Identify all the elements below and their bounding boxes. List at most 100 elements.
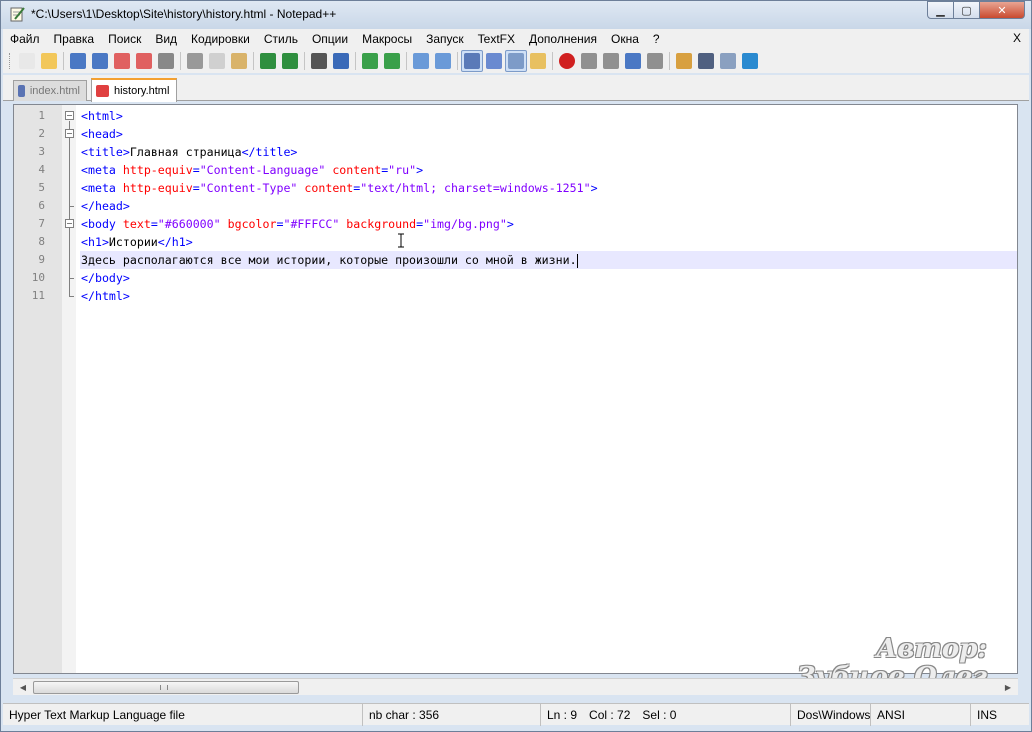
toolbar-separator [63,52,64,70]
code-line[interactable]: </body> [80,269,1017,287]
document-map-button[interactable] [717,50,739,72]
menu-item-8[interactable]: Запуск [419,32,471,46]
status-bar: Hyper Text Markup Language file nb char … [3,703,1029,726]
text-token: Истории [108,235,158,249]
html-tag-token: </body> [81,271,130,285]
tab-history-html[interactable]: history.html [91,78,177,102]
value-token: "text/html; charset=windows-1251" [360,181,591,195]
window-title: *C:\Users\1\Desktop\Site\history\history… [31,7,337,21]
run-macro-multiple-icon [625,53,641,69]
save-button[interactable] [67,50,89,72]
spellcheck-button[interactable] [739,50,761,72]
scroll-right-arrow-icon[interactable]: ▶ [1000,680,1016,695]
menu-item-3[interactable]: Вид [148,32,184,46]
code-line[interactable]: <meta http-equiv="Content-Type" content=… [80,179,1017,197]
scrollbar-thumb[interactable] [33,681,299,694]
record-macro-button[interactable] [556,50,578,72]
code-line[interactable]: <meta http-equiv="Content-Language" cont… [80,161,1017,179]
code-editor[interactable]: 1 2 3 4 5 6 7 8 9 10 11 <html> <head> <title>Главная… [13,104,1018,674]
toolbar-separator [669,52,670,70]
menu-item-10[interactable]: Дополнения [522,32,604,46]
html-tag-token: <meta [81,163,123,177]
undo-button[interactable] [257,50,279,72]
status-encoding: ANSI [871,703,971,726]
horizontal-scrollbar[interactable]: ◀ ▶ [13,678,1018,695]
notepad-app-icon [10,7,25,22]
maximize-button[interactable]: ▢ [954,1,980,19]
close-file-button[interactable] [111,50,133,72]
value-token: "#660000" [157,217,221,231]
ibeam-cursor-icon [398,233,404,248]
menu-item-4[interactable]: Кодировки [184,32,257,46]
zoom-out-button[interactable] [381,50,403,72]
replace-button[interactable] [330,50,352,72]
sync-v-button[interactable] [410,50,432,72]
console-button[interactable] [695,50,717,72]
sync-h-button[interactable] [432,50,454,72]
play-macro-icon [603,53,619,69]
attribute-token: http-equiv [122,163,193,177]
menu-item-9[interactable]: TextFX [471,32,522,46]
menu-item-6[interactable]: Опции [305,32,355,46]
show-all-chars-button[interactable] [483,50,505,72]
close-window-button[interactable]: ✕ [980,1,1025,19]
minimize-button[interactable]: ▁ [927,1,954,19]
code-line[interactable]: <html> [80,107,1017,125]
cut-button[interactable] [184,50,206,72]
redo-button[interactable] [279,50,301,72]
menu-item-0[interactable]: Файл [3,32,47,46]
fold-body-minus-icon[interactable] [65,219,74,228]
menu-item-5[interactable]: Стиль [257,32,305,46]
copy-button[interactable] [206,50,228,72]
menu-item-11[interactable]: Окна [604,32,646,46]
code-line[interactable]: </head> [80,197,1017,215]
menu-item-1[interactable]: Правка [47,32,102,46]
save-icon [70,53,86,69]
fold-end-marker [69,278,74,279]
menu-item-7[interactable]: Макросы [355,32,419,46]
code-line[interactable]: Здесь располагаются все мои истории, кот… [80,251,1017,269]
title-bar[interactable]: *C:\Users\1\Desktop\Site\history\history… [1,1,1031,29]
scroll-left-arrow-icon[interactable]: ◀ [15,680,31,695]
close-all-button[interactable] [133,50,155,72]
toolbar-separator [304,52,305,70]
html-tag-token: <html> [81,109,123,123]
line-number: 5 [38,181,45,194]
word-wrap-button[interactable] [461,50,483,72]
close-document-button[interactable]: X [1013,31,1021,45]
line-number: 7 [38,217,45,230]
code-line[interactable]: <h1>Истории</h1> [80,233,1017,251]
run-macro-multiple-button[interactable] [622,50,644,72]
open-file-button[interactable] [38,50,60,72]
play-macro-button[interactable] [600,50,622,72]
html-tag-token: <title> [81,145,130,159]
sync-h-icon [435,53,451,69]
line-number: 9 [38,253,45,266]
save-macro-button[interactable] [644,50,666,72]
launch-browser-button[interactable] [673,50,695,72]
menu-item-12[interactable]: ? [646,32,667,46]
fold-head-minus-icon[interactable] [65,129,74,138]
code-line[interactable]: </html> [80,287,1017,305]
stop-macro-button[interactable] [578,50,600,72]
find-icon [311,53,327,69]
fold-margin[interactable] [62,105,76,673]
user-lang-button[interactable] [527,50,549,72]
indent-guide-button[interactable] [505,50,527,72]
print-button[interactable] [155,50,177,72]
find-button[interactable] [308,50,330,72]
attribute-token: text [122,217,151,231]
toolbar-grip-icon[interactable] [9,53,12,69]
save-all-button[interactable] [89,50,111,72]
new-file-button[interactable] [16,50,38,72]
html-tag-token: <meta [81,181,123,195]
paste-button[interactable] [228,50,250,72]
document-map-icon [720,53,736,69]
menu-item-2[interactable]: Поиск [101,32,148,46]
code-line[interactable]: <head> [80,125,1017,143]
code-line[interactable]: <body text="#660000" bgcolor="#FFFCC" ba… [80,215,1017,233]
fold-html-minus-icon[interactable] [65,111,74,120]
code-line[interactable]: <title>Главная страница</title> [80,143,1017,161]
zoom-in-button[interactable] [359,50,381,72]
tab-index-html[interactable]: index.html [13,80,87,101]
